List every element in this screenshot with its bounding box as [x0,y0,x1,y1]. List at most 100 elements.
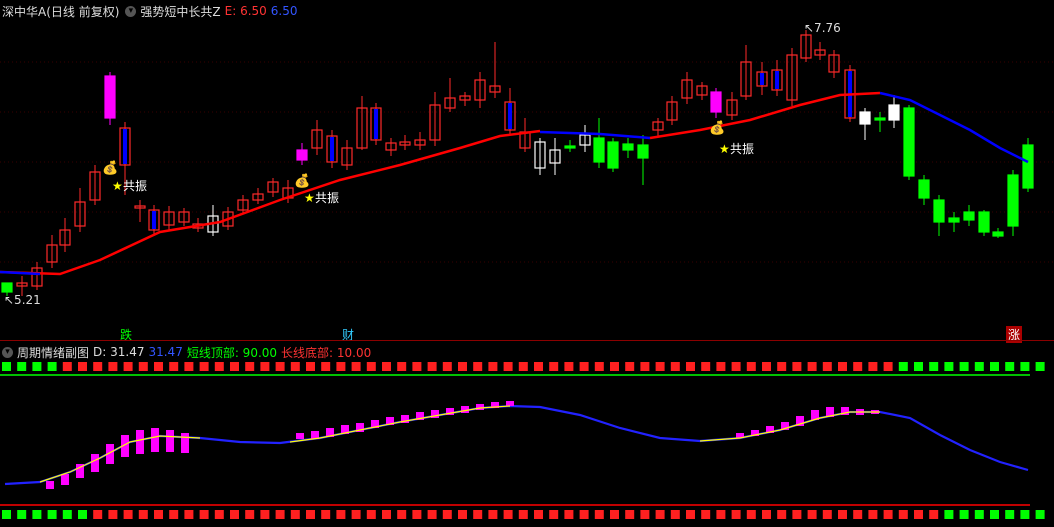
top-signal-square [275,362,285,371]
top-signal-square [412,362,422,371]
candle-inner [508,103,512,129]
top-signal-square [564,362,574,371]
candle-body [963,211,975,221]
top-signal-square [974,362,984,371]
bottom-signal-square [32,510,42,519]
bottom-signal-square [579,510,589,519]
money-bag-icon: 💰 [294,173,310,189]
bottom-signal-square [336,510,346,519]
bottom-signal-square [154,510,163,519]
bottom-signal-square [503,510,513,519]
candle-body [607,141,619,169]
top-signal-square [2,362,11,371]
candle-body [637,144,649,159]
top-signal-square [458,362,467,371]
bottom-signal-square [47,510,57,519]
bottom-signal-square [427,510,437,519]
candlestick-chart[interactable]: ★ 共振★ 共振★ 共振💰💰💰↖7.76↖5.21 [0,0,1054,340]
high-price-marker: ↖7.76 [804,21,841,35]
bottom-signal-square [686,510,695,519]
top-signal-square [579,362,589,371]
bottom-signal-square [2,510,11,519]
top-signal-square [47,362,57,371]
oscillator-bar [476,404,484,410]
top-signal-square [397,362,407,371]
top-signal-square [1035,362,1045,371]
top-signal-square [473,362,483,371]
top-signal-square [777,362,787,371]
bottom-signal-square [731,510,741,519]
candle-body [104,75,116,119]
top-signal-square [488,362,498,371]
top-signal-square [990,362,999,371]
bottom-signal-square [199,510,209,519]
bottom-signal-square [777,510,787,519]
top-signal-square [807,362,817,371]
candle-body [710,91,722,113]
candle-body [859,111,871,125]
bottom-signal-square [382,510,391,519]
bottom-signal-square [974,510,984,519]
bottom-signal-square [701,510,711,519]
bottom-signal-square [716,510,726,519]
top-signal-square [366,362,376,371]
top-signal-square [427,362,437,371]
bottom-signal-square [792,510,802,519]
oscillator-bar [91,454,99,472]
bottom-signal-square [564,510,574,519]
top-signal-square [108,362,118,371]
oscillator-bar [461,406,469,413]
top-signal-square [169,362,179,371]
candle-inner [123,129,127,164]
candle-body [888,104,900,121]
top-signal-square [1020,362,1030,371]
oscillator-bar [166,430,174,452]
bottom-signal-square [290,510,300,519]
bottom-signal-square [93,510,103,519]
bottom-signal-square [549,510,559,519]
bottom-signal-square [412,510,422,519]
low-price-marker: ↖5.21 [4,293,41,307]
bottom-signal-square [397,510,407,519]
oscillator-chart[interactable] [0,340,1054,527]
top-signal-square [351,362,361,371]
top-signal-square [93,362,103,371]
candle-body [978,211,990,233]
top-signal-square [442,362,452,371]
top-signal-square [701,362,711,371]
candle-inner [760,73,764,85]
top-signal-square [184,362,194,371]
candle-body [593,137,605,163]
bottom-signal-square [1035,510,1045,519]
main-chart-panel[interactable]: 深中华A(日线 前复权) ▾ 强势短中长共Z E: 6.50 6.50 ★ 共振 ★… [0,0,1054,343]
oscillator-bar [181,433,189,453]
bottom-signal-square [473,510,483,519]
top-signal-square [686,362,695,371]
sub-chart-panel[interactable]: ▾ 周期情绪副图 D: 31.47 31.47 短线顶部: 90.00 长线底部… [0,340,1054,527]
candle-body [622,143,634,151]
top-signal-square [838,362,847,371]
bottom-signal-square [990,510,999,519]
top-signal-square [138,362,148,371]
oscillator-bar [61,474,69,485]
top-signal-square [731,362,741,371]
bottom-signal-square [321,510,331,519]
bottom-signal-square [169,510,179,519]
bottom-signal-square [78,510,87,519]
top-signal-square [290,362,300,371]
oscillator-yellow [699,411,880,442]
bottom-signal-square [17,510,27,519]
bottom-signal-square [655,510,665,519]
candle-inner [330,137,334,161]
bottom-signal-square [959,510,969,519]
top-signal-square [853,362,863,371]
star-icon: ★ [719,142,730,156]
bottom-signal-square [245,510,255,519]
top-signal-square [306,362,315,371]
money-bag-icon: 💰 [709,120,725,136]
bottom-signal-square [1005,510,1015,519]
top-signal-square [640,362,650,371]
top-signal-square [914,362,923,371]
top-signal-square [670,362,680,371]
top-signal-square [260,362,270,371]
